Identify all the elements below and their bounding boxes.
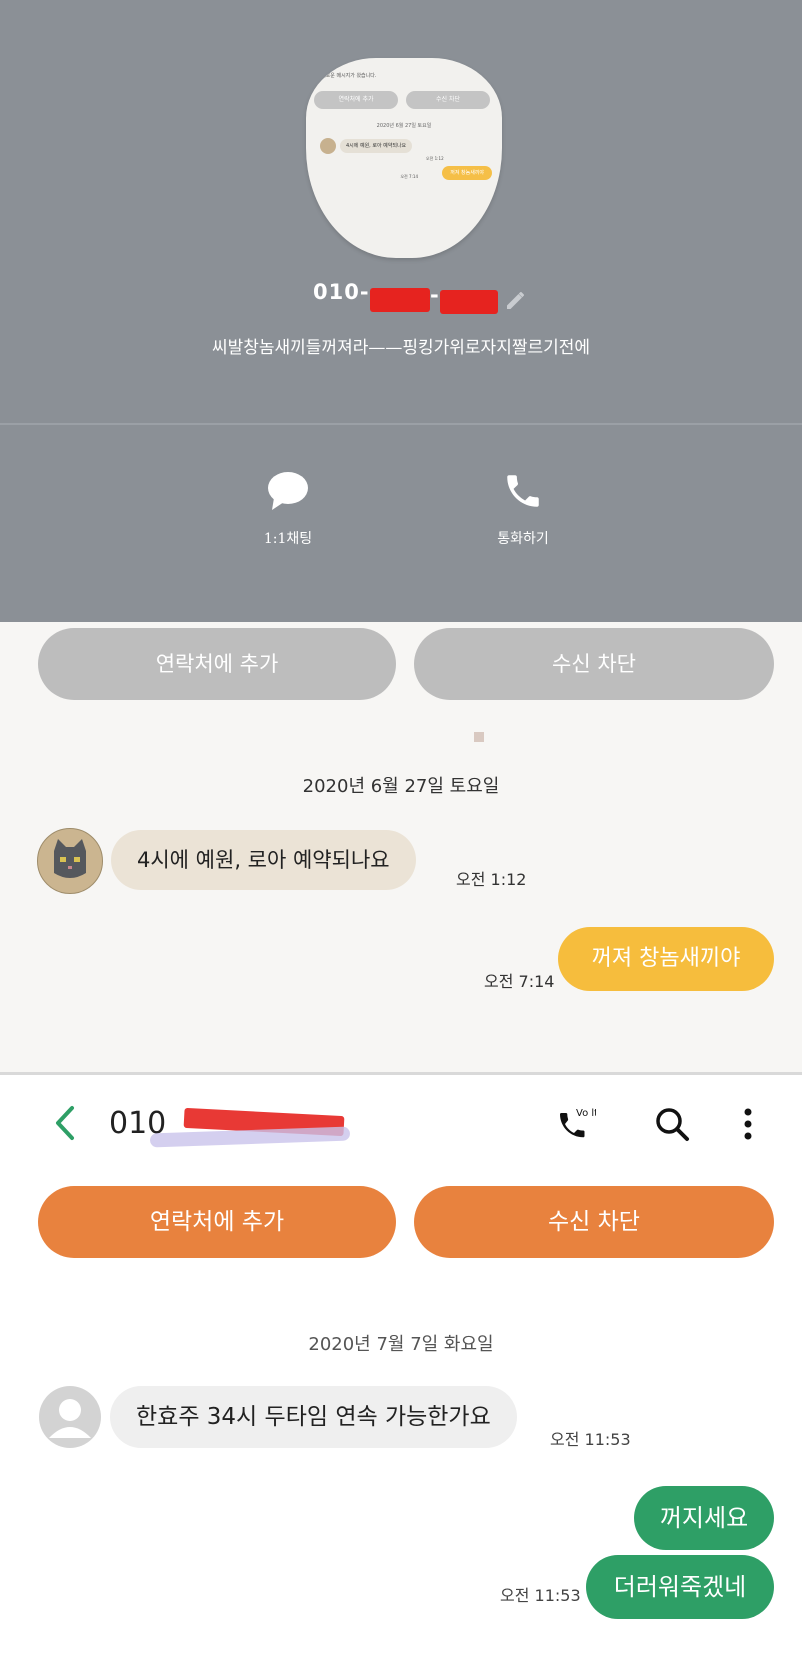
block-button[interactable]: 수신 차단 [414, 628, 774, 700]
phone-prefix: 010- [313, 280, 370, 304]
search-icon[interactable] [654, 1106, 690, 1142]
thumbnail-date: 2020년 6월 27일 토요일 [376, 123, 432, 129]
profile-phone-number: 010- [313, 280, 370, 304]
thumbnail-incoming-time: 오전 1:12 [426, 156, 444, 161]
chat-button[interactable]: 1:1채팅 [218, 470, 358, 548]
thumbnail-outgoing: 꺼져 창놈새끼야 [442, 166, 492, 180]
cat-icon [54, 839, 86, 878]
add-contact-button[interactable]: 연락처에 추가 [38, 1186, 396, 1258]
back-arrow-icon[interactable] [52, 1104, 78, 1142]
add-contact-button[interactable]: 연락처에 추가 [38, 628, 396, 700]
phone-separator: - [430, 283, 439, 307]
profile-photo[interactable]: "♪ 새로운 메시지가 왔습니다. 연락처에 추가 수신 차단 2020년 6월… [306, 58, 502, 258]
block-button[interactable]: 수신 차단 [414, 1186, 774, 1258]
date-divider: 2020년 7월 7일 화요일 [308, 1334, 494, 1355]
volte-call-icon[interactable]: Vo lte [556, 1104, 596, 1142]
thumbnail-incoming: 4시에 예원, 로아 예약되나요 [340, 139, 413, 153]
date-divider: 2020년 6월 27일 토요일 [302, 776, 500, 797]
thumbnail-avatar [320, 138, 336, 154]
person-icon [49, 1399, 91, 1438]
redaction-mark [440, 290, 498, 314]
thumbnail-block: 수신 차단 [406, 91, 490, 109]
call-button-label: 통화하기 [497, 531, 549, 547]
incoming-time: 오전 1:12 [456, 870, 527, 889]
incoming-time: 오전 11:53 [550, 1430, 631, 1449]
profile-status-message: 씨발창놈새끼들꺼져라——핑킹가위로자지짤르기전에 [211, 338, 591, 358]
thumbnail-outgoing-time: 오전 7:14 [400, 174, 418, 179]
outgoing-time: 오전 11:53 [500, 1586, 581, 1605]
outgoing-message[interactable]: 꺼지세요 [634, 1486, 774, 1550]
thumbnail-add-contact: 연락처에 추가 [314, 91, 398, 109]
more-options-icon[interactable] [740, 1106, 756, 1142]
volte-badge: Vo lte [576, 1108, 596, 1119]
pencil-icon[interactable] [504, 288, 528, 312]
thumbnail-header: "♪ 새로운 메시지가 왔습니다. [314, 73, 377, 79]
outgoing-message[interactable]: 더러워죽겠네 [586, 1555, 774, 1619]
scroll-indicator [474, 732, 484, 742]
call-button[interactable]: 통화하기 [453, 470, 593, 548]
incoming-message[interactable]: 한효주 34시 두타임 연속 가능한가요 [110, 1386, 517, 1448]
default-avatar[interactable] [39, 1386, 101, 1448]
outgoing-message[interactable]: 꺼져 창놈새끼야 [558, 927, 774, 991]
cat-avatar[interactable] [37, 828, 103, 894]
chat-bubble-icon [268, 472, 308, 510]
outgoing-time: 오전 7:14 [484, 972, 555, 991]
profile-divider [0, 423, 802, 425]
chat-button-label: 1:1채팅 [263, 531, 313, 547]
phone-icon [507, 475, 539, 507]
incoming-message[interactable]: 4시에 예원, 로아 예약되나요 [111, 830, 416, 890]
redaction-mark [370, 288, 430, 312]
